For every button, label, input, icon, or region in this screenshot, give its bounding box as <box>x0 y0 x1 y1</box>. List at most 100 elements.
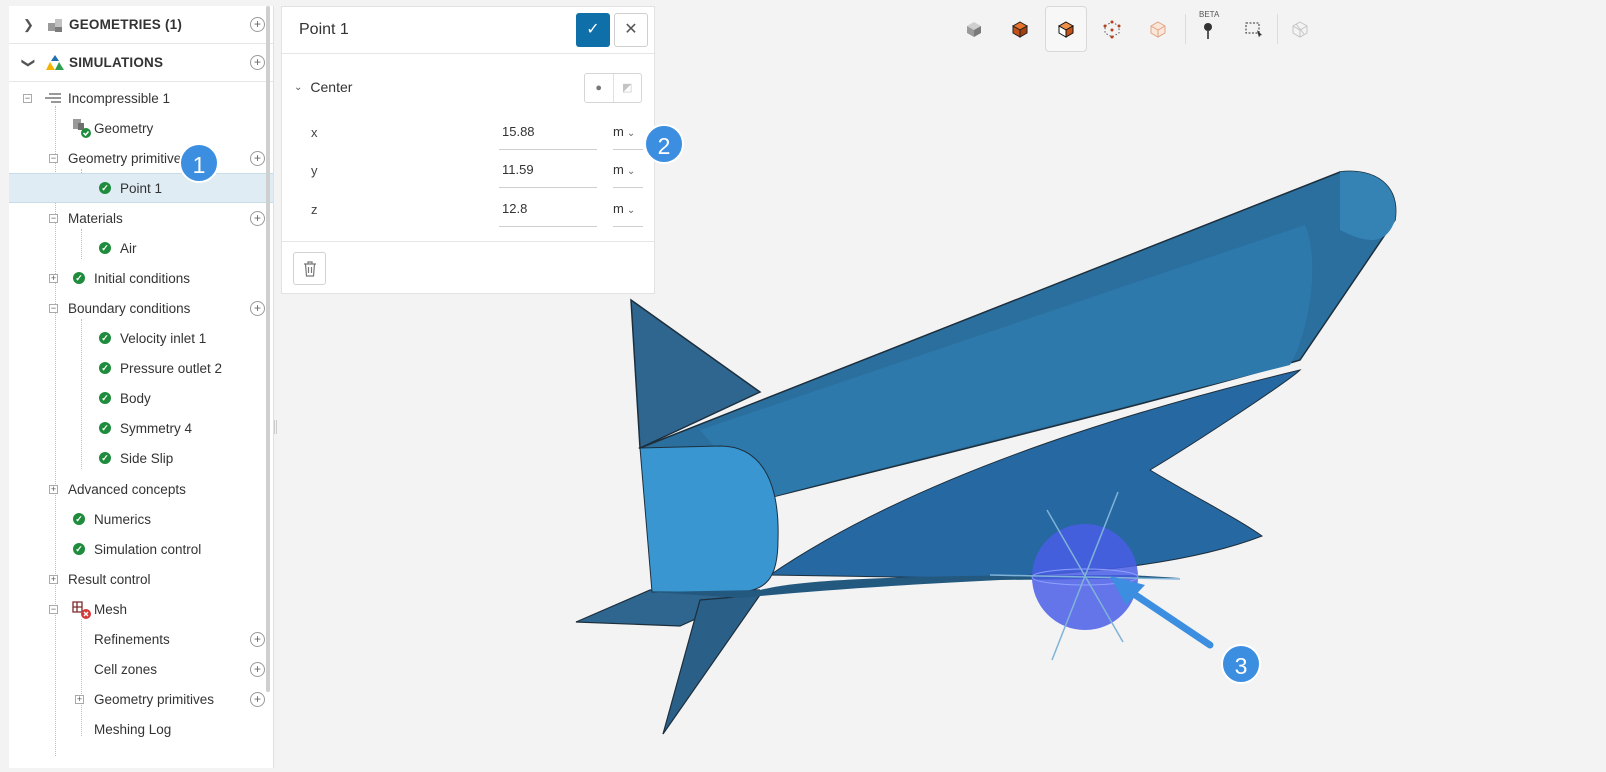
tree-item-geometry-primitives[interactable]: − Geometry primitives + <box>9 143 273 173</box>
points-view-button[interactable] <box>1091 6 1133 52</box>
tree-item-geometry[interactable]: Geometry <box>9 113 273 143</box>
tree-item-symmetry[interactable]: ✓ Symmetry 4 <box>9 413 273 443</box>
tree-item-body[interactable]: ✓ Body <box>9 383 273 413</box>
tree-item-cell-zones[interactable]: Cell zones + <box>9 654 273 684</box>
delete-button[interactable] <box>293 252 326 285</box>
expand-toggle[interactable]: + <box>75 694 84 704</box>
chevron-down-icon[interactable]: ❯ <box>20 57 36 68</box>
tree-item-label: Pressure outlet 2 <box>120 360 223 376</box>
tree-item-advanced-concepts[interactable]: + Advanced concepts <box>9 474 273 504</box>
expand-toggle[interactable]: + <box>49 484 58 494</box>
add-simulation-button[interactable]: + <box>250 55 265 70</box>
tree-item-label: Incompressible 1 <box>68 90 171 106</box>
panel-resize-handle[interactable] <box>274 420 277 434</box>
add-geometry-button[interactable]: + <box>250 17 265 32</box>
wire-solid-view-button[interactable] <box>1045 6 1087 52</box>
check-icon: ✓ <box>99 452 111 464</box>
check-icon: ✓ <box>73 543 85 555</box>
solid-cube-icon <box>967 22 981 37</box>
tree-item-label: Numerics <box>94 511 152 527</box>
add-material-button[interactable]: + <box>250 210 265 226</box>
geometries-title: GEOMETRIES (1) <box>69 17 183 32</box>
add-geometry-primitive-button[interactable]: + <box>250 150 265 166</box>
chevron-down-icon: ⌄ <box>294 81 303 93</box>
tree-item-label: Initial conditions <box>94 270 191 286</box>
solid-view-button[interactable] <box>953 6 995 52</box>
collapse-toggle[interactable]: − <box>49 153 58 163</box>
add-mesh-geometry-primitive-button[interactable]: + <box>250 691 265 707</box>
tree-item-mesh[interactable]: − Mesh <box>9 594 273 624</box>
tree-item-label: Refinements <box>94 631 170 647</box>
tree-item-boundary-conditions[interactable]: − Boundary conditions + <box>9 293 273 323</box>
section-view-button[interactable] <box>1279 6 1321 52</box>
tree-item-label: Air <box>120 240 137 256</box>
callout-badge-1: 1 <box>179 143 219 183</box>
chevron-right-icon[interactable]: ❯ <box>23 17 34 33</box>
point-cloud-icon <box>1103 20 1121 39</box>
box-select-button[interactable] <box>1233 6 1275 52</box>
simulation-icon <box>46 54 64 70</box>
tree-item-label: Geometry primitives <box>94 691 215 707</box>
transparent-cube-icon <box>1150 21 1166 38</box>
expand-toggle[interactable]: + <box>49 574 58 584</box>
check-icon: ✓ <box>99 332 111 344</box>
x-value-input[interactable]: 15.88 <box>499 124 597 150</box>
callout-badge-3: 3 <box>1221 644 1261 684</box>
check-icon: ✓ <box>99 422 111 434</box>
add-cell-zone-button[interactable]: + <box>250 661 265 677</box>
tree-item-point-1[interactable]: ✓ Point 1 <box>9 173 273 203</box>
tree-item-result-control[interactable]: + Result control <box>9 564 273 594</box>
tree-item-side-slip[interactable]: ✓ Side Slip <box>9 443 273 473</box>
transparent-view-button[interactable] <box>1137 6 1179 52</box>
tree-item-numerics[interactable]: ✓ Numerics <box>9 504 273 534</box>
simulations-title: SIMULATIONS <box>69 55 164 70</box>
x-unit-select[interactable]: m ⌄ <box>613 124 643 150</box>
tree-item-incompressible[interactable]: − Incompressible 1 <box>9 83 273 113</box>
tree-item-refinements[interactable]: Refinements + <box>9 624 273 654</box>
tree-item-pressure-outlet[interactable]: ✓ Pressure outlet 2 <box>9 353 273 383</box>
collapse-toggle[interactable]: − <box>49 604 58 614</box>
tree-item-label: Symmetry 4 <box>120 420 193 436</box>
checkmark-icon: ✓ <box>586 21 600 38</box>
shaded-cube-icon <box>1011 21 1029 38</box>
panel-title: Point 1 <box>299 21 349 38</box>
tree-item-label: Advanced concepts <box>68 481 186 497</box>
simulation-settings-icon <box>45 93 61 103</box>
3d-viewport[interactable] <box>560 160 1420 740</box>
point-pick-icon[interactable]: ● <box>585 74 613 102</box>
collapse-toggle[interactable]: − <box>49 303 58 313</box>
shaded-edges-view-button[interactable] <box>999 6 1041 52</box>
add-refinement-button[interactable]: + <box>250 631 265 647</box>
close-button[interactable]: ✕ <box>614 13 648 47</box>
tree-item-label: Cell zones <box>94 661 158 677</box>
tree-item-air[interactable]: ✓ Air <box>9 233 273 263</box>
tree-item-label: Materials <box>68 210 123 226</box>
confirm-button[interactable]: ✓ <box>576 13 610 47</box>
tree-item-meshing-log[interactable]: Meshing Log <box>9 714 273 744</box>
check-icon: ✓ <box>73 272 85 284</box>
add-boundary-condition-button[interactable]: + <box>250 300 265 316</box>
sidebar-scrollbar[interactable] <box>266 6 270 692</box>
geometries-section-header[interactable]: ❯ GEOMETRIES (1) + <box>9 6 273 44</box>
simulations-section-header[interactable]: ❯ SIMULATIONS + <box>9 44 273 82</box>
simulation-tree-sidebar: ❯ GEOMETRIES (1) + ❯ SIMULATIONS + − Inc… <box>9 6 274 768</box>
expand-toggle[interactable]: + <box>49 273 58 283</box>
mesh-error-icon <box>72 601 91 619</box>
tree-item-initial-conditions[interactable]: + ✓ Initial conditions <box>9 263 273 293</box>
tree-item-velocity-inlet[interactable]: ✓ Velocity inlet 1 <box>9 323 273 353</box>
tree-item-materials[interactable]: − Materials + <box>9 203 273 233</box>
center-pick-toggle[interactable]: ● ◩ <box>584 73 642 103</box>
collapse-toggle[interactable]: − <box>23 93 32 103</box>
trash-icon <box>303 260 316 277</box>
collapse-toggle[interactable]: − <box>49 213 58 223</box>
tree-item-simulation-control[interactable]: ✓ Simulation control <box>9 534 273 564</box>
probe-point-button[interactable] <box>1187 6 1229 52</box>
face-pick-icon[interactable]: ◩ <box>612 74 642 102</box>
tree-item-label: Geometry primitives <box>68 150 189 166</box>
section-cube-icon <box>1292 21 1308 38</box>
tree-item-label: Velocity inlet 1 <box>120 330 207 346</box>
chevron-down-icon: ⌄ <box>626 128 636 139</box>
center-section-header[interactable]: ⌄ Center <box>294 79 352 95</box>
tree-item-mesh-geometry-primitives[interactable]: + Geometry primitives + <box>9 684 273 714</box>
tree-item-label: Body <box>120 390 151 406</box>
